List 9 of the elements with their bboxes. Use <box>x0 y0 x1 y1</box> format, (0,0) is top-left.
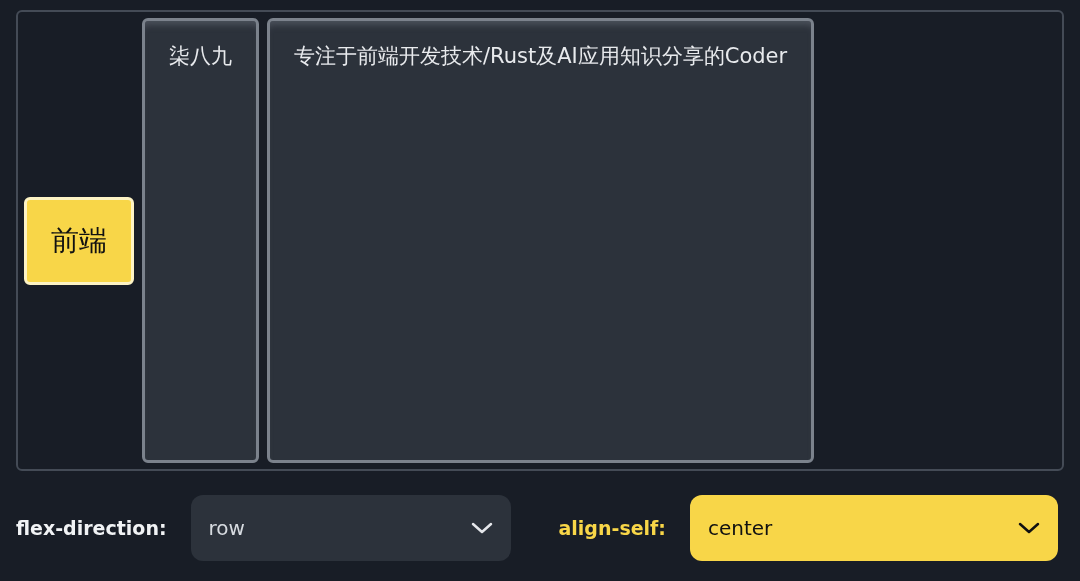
flex-item: 专注于前端开发技术/Rust及AI应用知识分享的Coder <box>267 18 815 463</box>
highlighted-flex-item: 前端 <box>24 196 134 285</box>
flex-item: 柒八九 <box>142 18 259 463</box>
chevron-down-icon <box>470 522 493 534</box>
control-label: flex-direction: <box>16 515 167 541</box>
chevron-down-icon <box>1017 522 1040 534</box>
control-label: align-self: <box>558 515 666 541</box>
select-field[interactable]: center <box>689 495 1058 561</box>
select-field[interactable]: row <box>190 495 511 561</box>
